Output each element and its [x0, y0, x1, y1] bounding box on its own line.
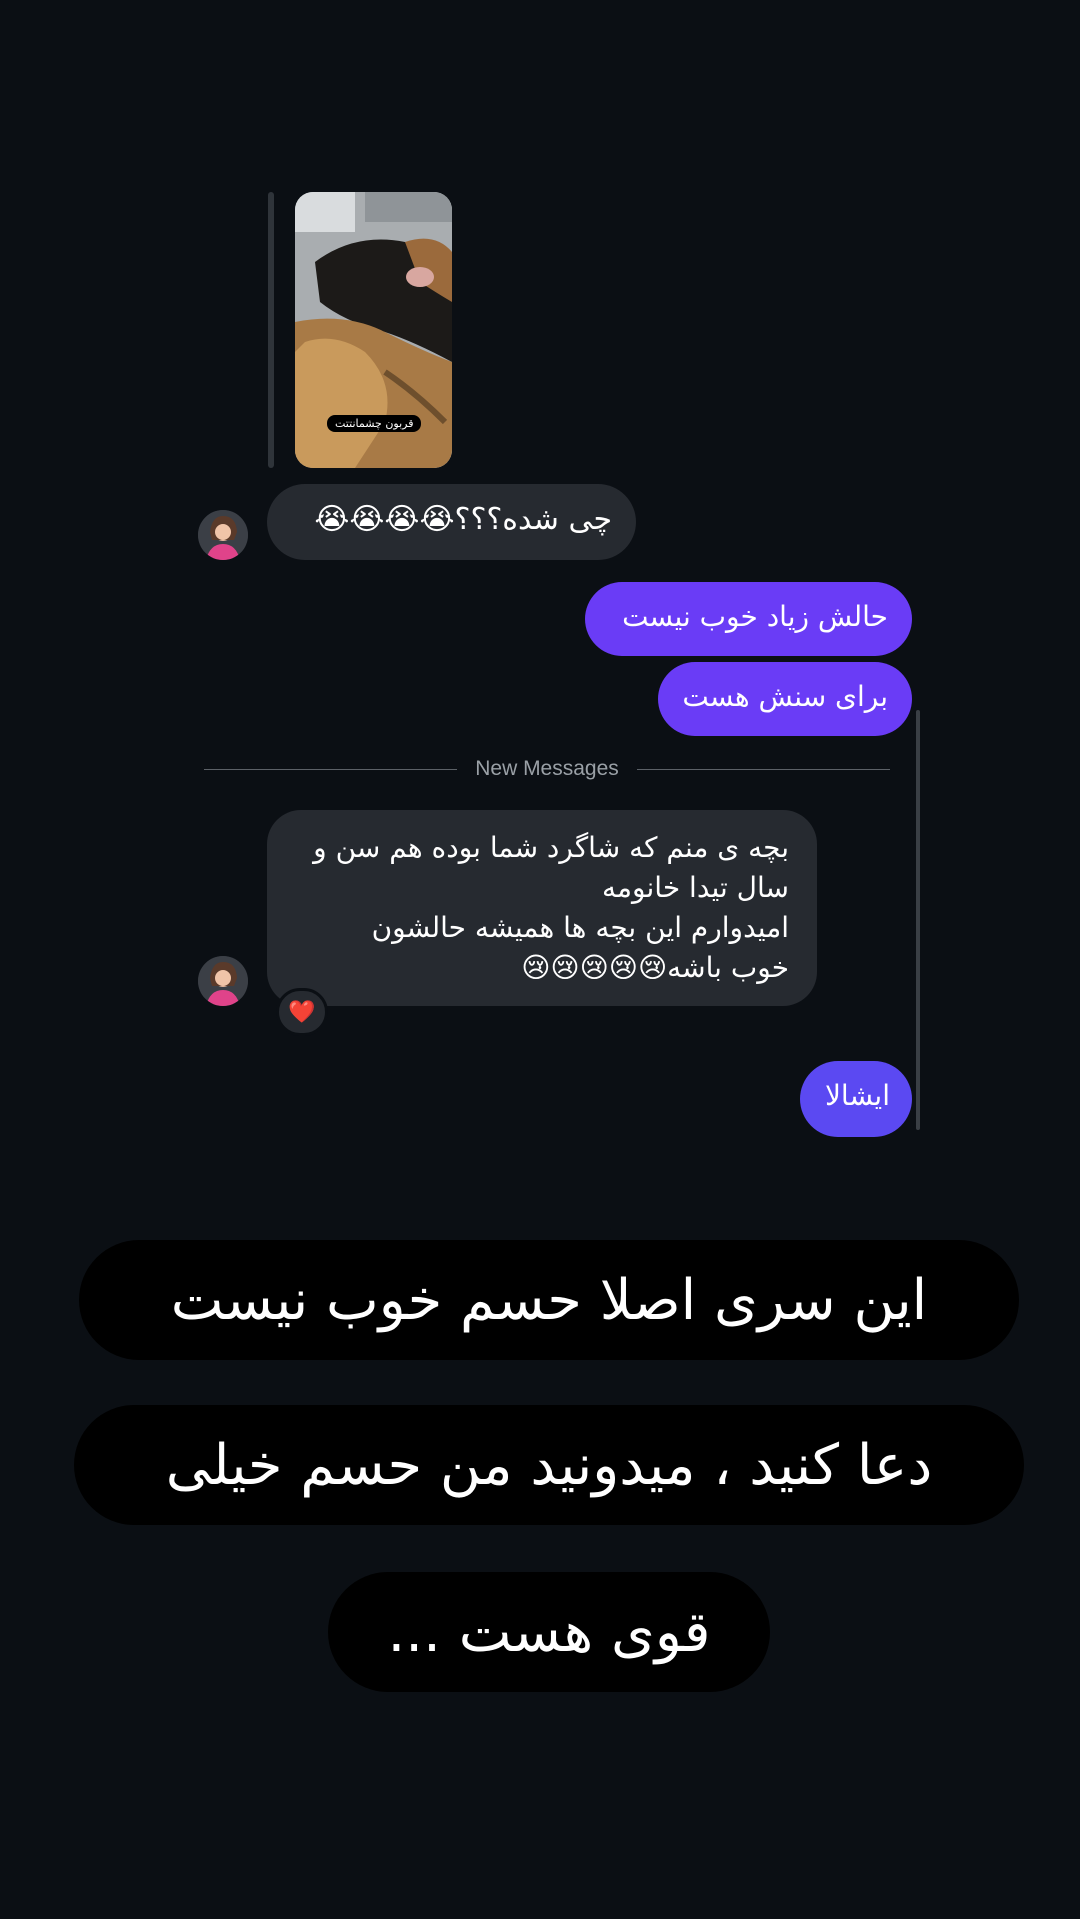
message-text: ایشالا — [824, 1079, 890, 1112]
story-text: این سری اصلا حسم خوب نیست — [170, 1267, 928, 1333]
avatar-photo-icon — [198, 510, 248, 560]
media-caption: قربون چشمانتتت — [327, 415, 422, 432]
message-text: چی شده؟؟؟😭😭😭😭 — [314, 502, 612, 537]
new-messages-divider: New Messages — [204, 754, 890, 784]
avatar-photo-icon — [198, 956, 248, 1006]
message-bubble-outgoing[interactable]: حالش زیاد خوب نیست — [585, 582, 912, 656]
story-text-line: این سری اصلا حسم خوب نیست — [79, 1240, 1019, 1360]
reply-indicator-line — [268, 192, 274, 468]
message-bubble-incoming[interactable]: بچه ی منم که شاگرد شما بوده هم سن و سال … — [267, 810, 817, 1006]
reaction-emoji: ❤️ — [288, 999, 316, 1025]
scroll-indicator[interactable] — [916, 710, 920, 1130]
message-text-line: خوب باشه😢😢😢😢😢 — [521, 951, 789, 984]
heart-reaction-icon[interactable]: ❤️ — [276, 988, 328, 1036]
divider-rule — [636, 768, 890, 770]
message-text-line: سال تیدا خانومه — [602, 871, 789, 904]
story-text: دعا کنید ، میدونید من حسم خیلی — [165, 1432, 933, 1498]
story-text-line: قوی هست ... — [328, 1572, 770, 1692]
message-bubble-outgoing[interactable]: ایشالا — [800, 1061, 912, 1137]
message-text-line: امیدوارم این بچه ها همیشه حالشون — [371, 911, 789, 944]
story-text-line: دعا کنید ، میدونید من حسم خیلی — [74, 1405, 1024, 1525]
shared-video-thumbnail[interactable]: قربون چشمانتتت — [295, 192, 452, 468]
story-text: قوی هست ... — [387, 1599, 711, 1665]
divider-rule — [204, 768, 458, 770]
dm-thread-screen: قربون چشمانتتت چی شده؟؟؟😭😭😭😭 حالش زیاد خ… — [0, 0, 1080, 1919]
message-bubble-outgoing[interactable]: برای سنش هست — [658, 662, 912, 736]
message-bubble-incoming[interactable]: چی شده؟؟؟😭😭😭😭 — [267, 484, 636, 560]
message-text: برای سنش هست — [682, 680, 888, 713]
sender-avatar[interactable] — [198, 956, 248, 1006]
message-text-line: بچه ی منم که شاگرد شما بوده هم سن و — [313, 831, 789, 864]
sender-avatar[interactable] — [198, 510, 248, 560]
message-text: حالش زیاد خوب نیست — [622, 600, 888, 633]
divider-label: New Messages — [475, 757, 619, 780]
